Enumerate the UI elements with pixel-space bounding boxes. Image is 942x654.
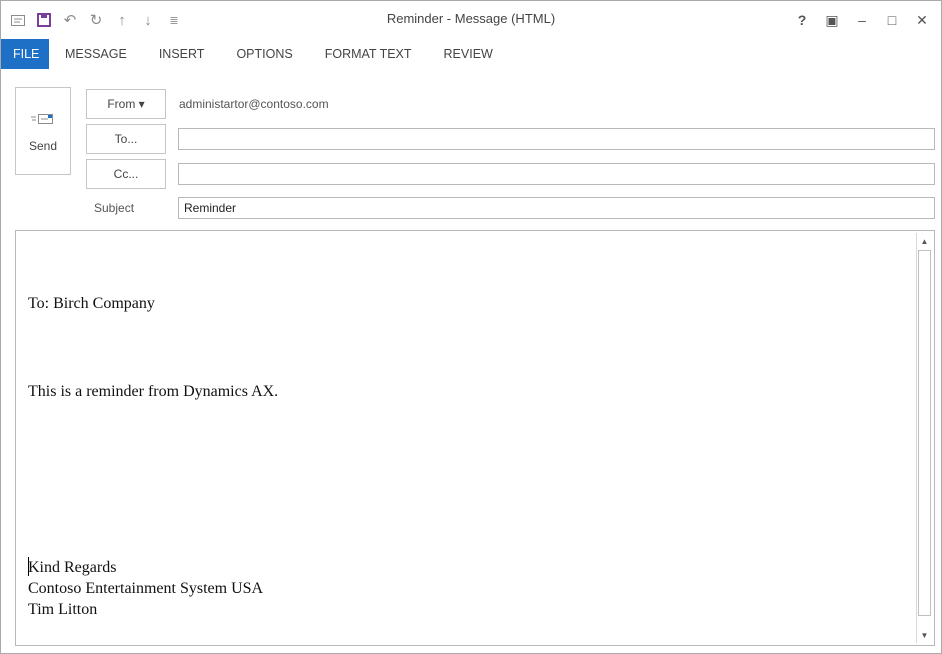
scrollbar-thumb[interactable] bbox=[918, 250, 931, 616]
tab-review[interactable]: REVIEW bbox=[428, 39, 509, 69]
scroll-up-icon[interactable]: ▲ bbox=[917, 233, 932, 249]
tab-insert[interactable]: INSERT bbox=[143, 39, 221, 69]
body-line: Contoso Entertainment System USA bbox=[28, 580, 264, 597]
tab-file[interactable]: FILE bbox=[1, 39, 49, 69]
subject-label: Subject bbox=[94, 201, 135, 215]
ribbon-tabs: FILE MESSAGE INSERT OPTIONS FORMAT TEXT … bbox=[1, 39, 509, 69]
from-button[interactable]: From ▾ bbox=[86, 89, 166, 119]
outlook-message-window: ↶ ↻ ↑ ↓ ≣ Reminder - Message (HTML) ? ▣ … bbox=[0, 0, 942, 654]
tab-message[interactable]: MESSAGE bbox=[49, 39, 143, 69]
ribbon-display-options-icon[interactable]: ▣ bbox=[817, 7, 847, 33]
to-button[interactable]: To... bbox=[86, 124, 166, 154]
close-icon[interactable]: ✕ bbox=[907, 7, 937, 33]
from-address: administartor@contoso.com bbox=[179, 97, 329, 111]
send-label: Send bbox=[28, 139, 58, 153]
subject-field[interactable]: Reminder bbox=[178, 197, 935, 219]
tab-options[interactable]: OPTIONS bbox=[220, 39, 308, 69]
body-line: This is a reminder from Dynamics AX. bbox=[28, 383, 279, 400]
body-line: Kind Regards bbox=[28, 559, 117, 576]
vertical-scrollbar[interactable]: ▲ ▼ bbox=[916, 233, 932, 643]
scroll-down-icon[interactable]: ▼ bbox=[917, 627, 932, 643]
to-field[interactable] bbox=[178, 128, 935, 150]
body-line: To: Birch Company bbox=[28, 295, 155, 312]
maximize-icon[interactable]: □ bbox=[877, 7, 907, 33]
body-line: Tim Litton bbox=[28, 601, 98, 618]
title-bar: ↶ ↻ ↑ ↓ ≣ Reminder - Message (HTML) ? ▣ … bbox=[1, 1, 941, 39]
tab-format-text[interactable]: FORMAT TEXT bbox=[309, 39, 428, 69]
send-envelope-icon bbox=[16, 112, 70, 129]
cc-button[interactable]: Cc... bbox=[86, 159, 166, 189]
minimize-icon[interactable]: – bbox=[847, 7, 877, 33]
message-body[interactable]: To: Birch Company This is a reminder fro… bbox=[15, 230, 935, 646]
text-caret bbox=[28, 557, 29, 576]
window-controls: ? ▣ – □ ✕ bbox=[787, 7, 937, 33]
cc-field[interactable] bbox=[178, 163, 935, 185]
send-button[interactable]: Send bbox=[15, 87, 71, 175]
help-icon[interactable]: ? bbox=[787, 7, 817, 33]
